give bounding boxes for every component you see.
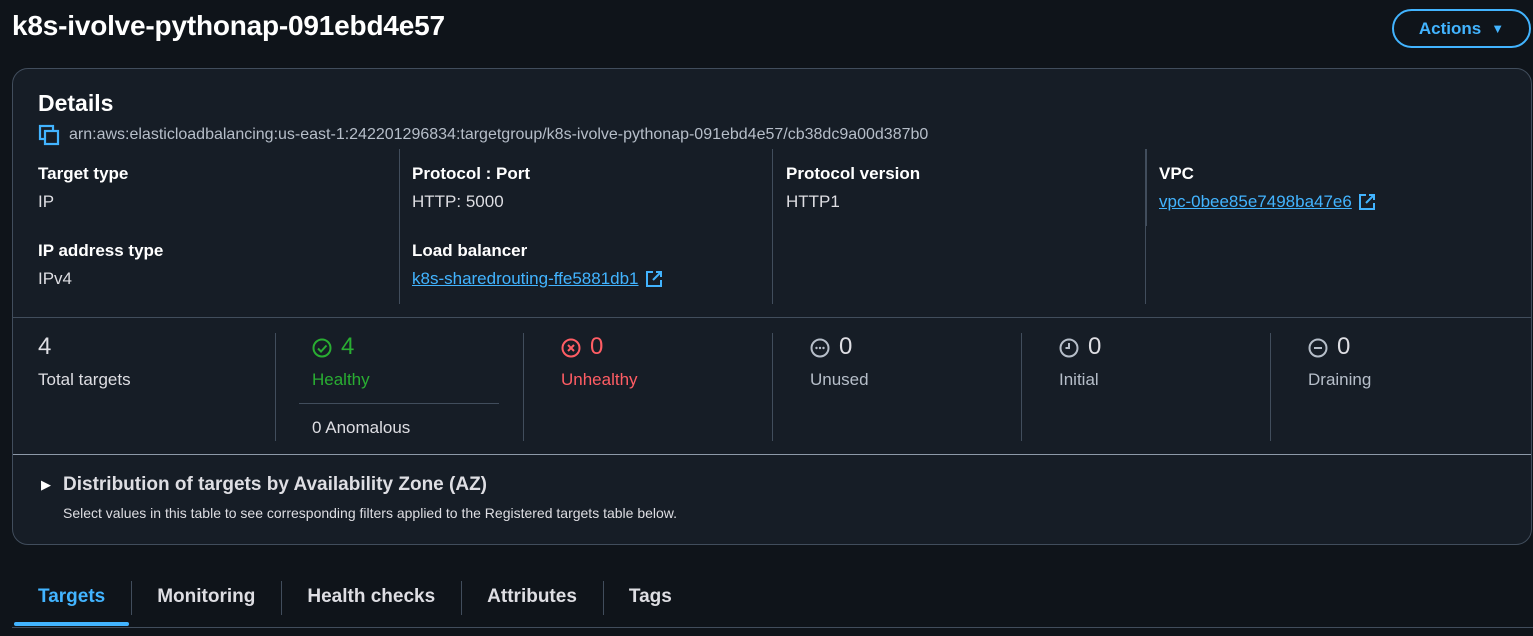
load-balancer-label: Load balancer <box>412 241 528 260</box>
stat-unhealthy[interactable]: 0 Unhealthy <box>561 333 773 441</box>
az-distribution-description: Select values in this table to see corre… <box>63 505 678 521</box>
tab-bar: Targets Monitoring Health checks Attribu… <box>12 578 1533 628</box>
unused-count: 0 <box>839 333 853 360</box>
check-circle-icon <box>312 337 332 358</box>
protocol-version-value: HTTP1 <box>786 192 840 211</box>
az-distribution-title: Distribution of targets by Availability … <box>63 474 488 495</box>
actions-label: Actions <box>1418 18 1482 38</box>
tab-targets[interactable]: Targets <box>12 578 131 626</box>
unhealthy-count: 0 <box>590 333 604 360</box>
draining-label: Draining <box>1308 370 1372 389</box>
column-3-divider-short <box>1146 149 1147 226</box>
clock-icon <box>1059 337 1079 358</box>
target-type-value: IP <box>38 192 55 211</box>
divider <box>13 454 1531 455</box>
load-balancer-link[interactable]: k8s-sharedrouting-ffe5881db1 <box>412 269 663 289</box>
page-title: k8s-ivolve-pythonap-091ebd4e57 <box>12 10 445 41</box>
draining-count: 0 <box>1337 333 1351 360</box>
arn-text: arn:aws:elasticloadbalancing:us-east-1:2… <box>69 126 929 143</box>
detail-column-1: Target type IP IP address type IPv4 <box>38 149 400 304</box>
external-link-icon <box>645 270 663 288</box>
stat-unused[interactable]: 0 Unused <box>810 333 1022 441</box>
tab-health-checks[interactable]: Health checks <box>281 578 461 618</box>
initial-count: 0 <box>1088 333 1102 360</box>
external-link-icon <box>1358 193 1376 211</box>
ellipsis-circle-icon <box>810 337 830 358</box>
unused-label: Unused <box>810 370 869 389</box>
stat-draining[interactable]: 0 Draining <box>1308 333 1520 441</box>
az-distribution-toggle[interactable]: ▶ Distribution of targets by Availabilit… <box>41 474 487 496</box>
total-targets-label: Total targets <box>38 370 131 389</box>
arn-row: arn:aws:elasticloadbalancing:us-east-1:2… <box>38 124 928 146</box>
caret-right-icon: ▶ <box>41 477 51 492</box>
vpc-link-text: vpc-0bee85e7498ba47e6 <box>1159 192 1352 211</box>
vpc-link[interactable]: vpc-0bee85e7498ba47e6 <box>1159 192 1376 212</box>
caret-down-icon: ▼ <box>1491 21 1505 36</box>
unhealthy-label: Unhealthy <box>561 370 638 389</box>
divider <box>13 317 1531 318</box>
ip-address-type-value: IPv4 <box>38 269 73 288</box>
healthy-count: 4 <box>341 333 355 360</box>
stat-initial[interactable]: 0 Initial <box>1059 333 1271 441</box>
total-targets-count: 4 <box>38 333 52 360</box>
protocol-port-label: Protocol : Port <box>412 164 531 183</box>
detail-column-3: Protocol version HTTP1 <box>786 149 1146 304</box>
tab-attributes[interactable]: Attributes <box>461 578 603 618</box>
copy-icon[interactable] <box>38 124 60 146</box>
details-heading: Details <box>38 90 114 116</box>
protocol-port-value: HTTP: 5000 <box>412 192 504 211</box>
healthy-label: Healthy <box>312 370 370 389</box>
anomalous-count[interactable]: 0 Anomalous <box>312 418 410 438</box>
stat-total-targets[interactable]: 4 Total targets <box>38 333 276 441</box>
vpc-label: VPC <box>1159 164 1194 183</box>
details-panel: Details arn:aws:elasticloadbalancing:us-… <box>12 68 1532 545</box>
minus-circle-icon <box>1308 337 1328 358</box>
tab-monitoring[interactable]: Monitoring <box>131 578 281 618</box>
anomalous-divider <box>299 403 499 404</box>
ip-address-type-label: IP address type <box>38 241 164 260</box>
load-balancer-link-text: k8s-sharedrouting-ffe5881db1 <box>412 269 639 288</box>
protocol-version-label: Protocol version <box>786 164 921 183</box>
tab-tags[interactable]: Tags <box>602 578 698 618</box>
detail-column-2: Protocol : Port HTTP: 5000 Load balancer… <box>412 149 773 304</box>
actions-button[interactable]: Actions ▼ <box>1392 9 1531 48</box>
x-circle-icon <box>561 337 581 358</box>
initial-label: Initial <box>1059 370 1099 389</box>
detail-column-4: VPC vpc-0bee85e7498ba47e6 <box>1159 149 1519 304</box>
target-type-label: Target type <box>38 164 129 183</box>
